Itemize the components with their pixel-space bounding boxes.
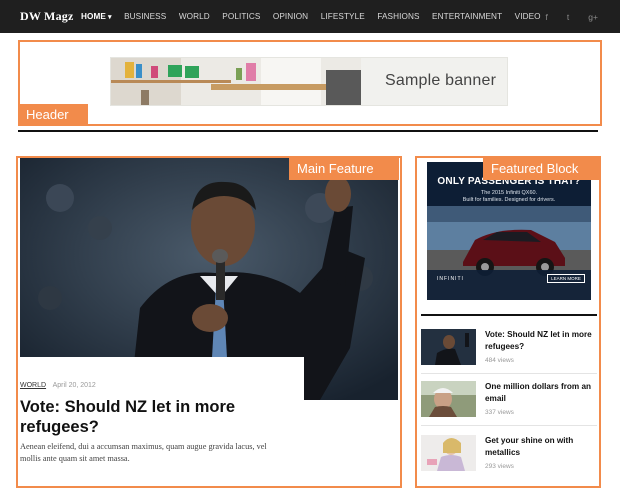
nav-item-lifestyle[interactable]: LIFESTYLE xyxy=(321,12,365,21)
site-logo[interactable]: DW Magz xyxy=(20,9,74,24)
nav-item-entertainment[interactable]: ENTERTAINMENT xyxy=(432,12,502,21)
header-divider xyxy=(18,130,598,132)
nav-item-fashions[interactable]: FASHIONS xyxy=(377,12,419,21)
twitter-icon[interactable]: t xyxy=(567,12,569,22)
social-links: f t g+ xyxy=(527,0,598,33)
nav-item-politics[interactable]: POLITICS xyxy=(222,12,260,21)
facebook-icon[interactable]: f xyxy=(546,12,548,22)
main-nav: HOME ▾ BUSINESS WORLD POLITICS OPINION LI… xyxy=(81,0,553,33)
chevron-down-icon: ▾ xyxy=(107,14,112,21)
nav-item-business[interactable]: BUSINESS xyxy=(124,12,166,21)
google-plus-icon[interactable]: g+ xyxy=(588,12,598,22)
header-region-frame xyxy=(18,40,602,126)
main-feature-label: Main Feature xyxy=(289,158,399,180)
header-region-label: Header xyxy=(18,104,88,126)
nav-item-opinion[interactable]: OPINION xyxy=(273,12,308,21)
nav-item-home[interactable]: HOME ▾ xyxy=(81,12,112,21)
featured-block-frame xyxy=(415,156,601,488)
featured-block-label: Featured Block xyxy=(483,158,599,180)
main-feature-frame xyxy=(16,156,402,488)
nav-item-world[interactable]: WORLD xyxy=(179,12,210,21)
top-navigation-bar: DW Magz HOME ▾ BUSINESS WORLD POLITICS OP… xyxy=(0,0,620,33)
